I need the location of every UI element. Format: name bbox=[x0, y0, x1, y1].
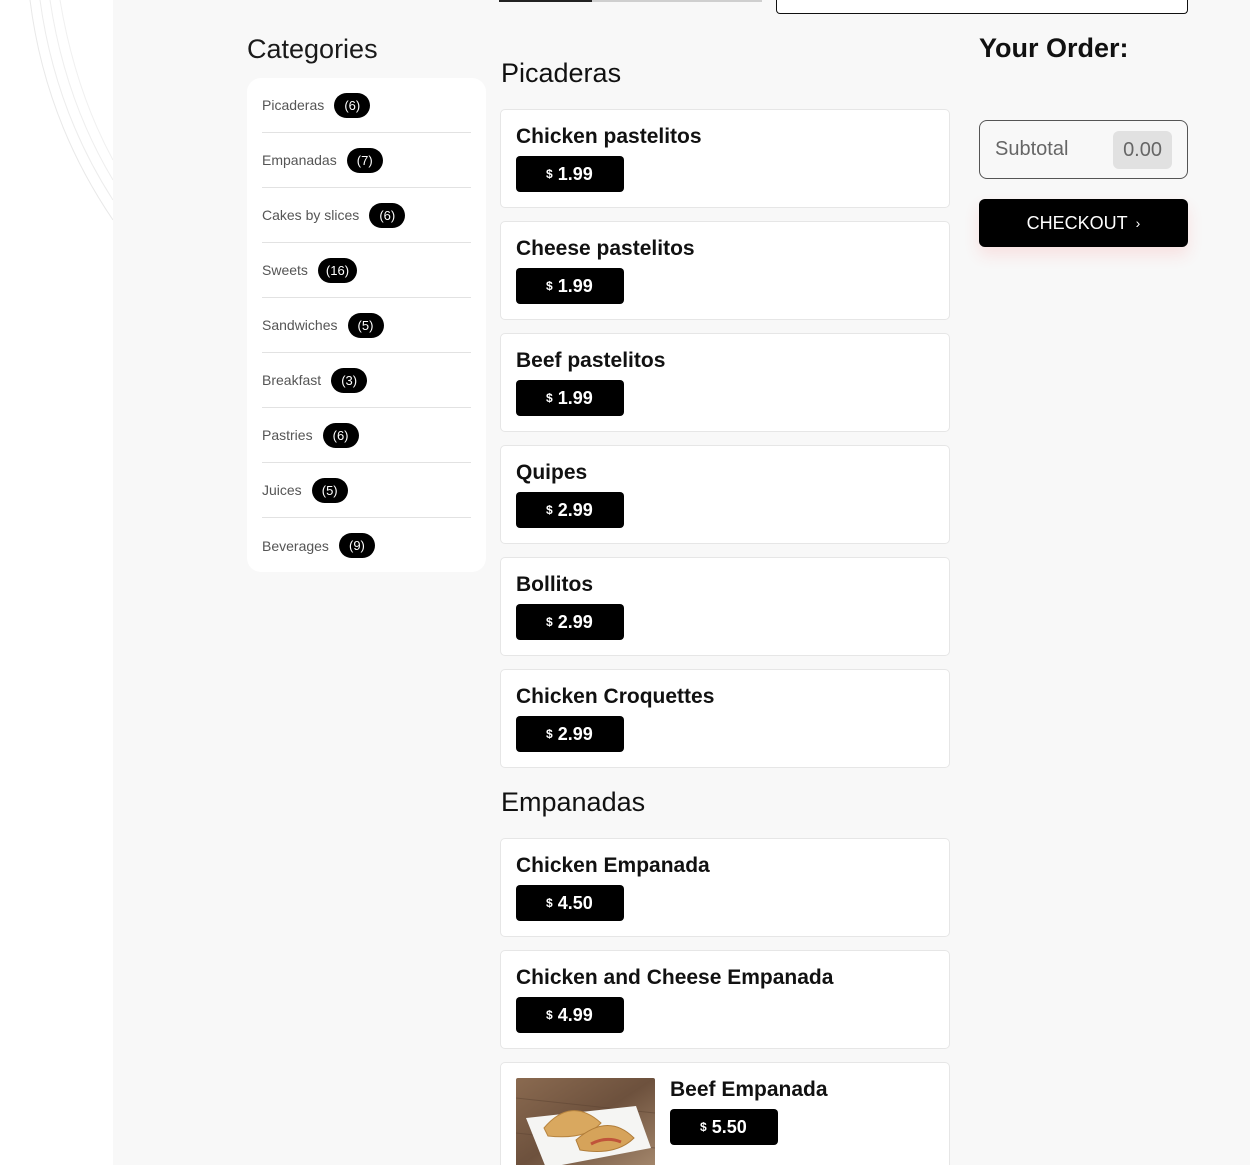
category-label: Cakes by slices bbox=[262, 207, 360, 223]
decorative-background bbox=[0, 0, 113, 1165]
search-input[interactable] bbox=[776, 0, 1188, 14]
category-item-cakes-by-slices[interactable]: Cakes by slices (6) bbox=[262, 188, 471, 243]
category-count-badge: (16) bbox=[317, 257, 358, 283]
currency-symbol: $ bbox=[546, 503, 553, 517]
menu-item-card[interactable]: Chicken Croquettes $ 2.99 bbox=[500, 669, 950, 768]
currency-symbol: $ bbox=[700, 1120, 707, 1134]
currency-symbol: $ bbox=[546, 1008, 553, 1022]
menu-item-price: 5.50 bbox=[711, 1116, 747, 1137]
category-count-badge: (6) bbox=[322, 422, 359, 448]
category-label: Empanadas bbox=[262, 152, 337, 168]
add-to-order-button[interactable]: $ 1.99 bbox=[516, 380, 624, 416]
menu-item-price: 1.99 bbox=[557, 387, 593, 408]
menu-item-name: Bollitos bbox=[516, 573, 593, 596]
menu-item-card[interactable]: Chicken Empanada $ 4.50 bbox=[500, 838, 950, 937]
category-label: Pastries bbox=[262, 427, 313, 443]
menu-item-name: Chicken and Cheese Empanada bbox=[516, 966, 834, 989]
section-title-empanadas: Empanadas bbox=[501, 787, 646, 817]
category-count-badge: (6) bbox=[369, 202, 406, 228]
category-label: Sandwiches bbox=[262, 317, 338, 333]
menu-item-price: 1.99 bbox=[557, 163, 593, 184]
chevron-right-icon: › bbox=[1135, 215, 1141, 231]
menu-item-name: Quipes bbox=[516, 461, 588, 484]
category-label: Beverages bbox=[262, 537, 329, 554]
menu-item-card[interactable]: Bollitos $ 2.99 bbox=[500, 557, 950, 656]
currency-symbol: $ bbox=[546, 727, 553, 741]
menu-item-name: Chicken Croquettes bbox=[516, 685, 715, 708]
menu-item-name: Cheese pastelitos bbox=[516, 237, 695, 260]
add-to-order-button[interactable]: $ 4.99 bbox=[516, 997, 624, 1033]
category-item-breakfast[interactable]: Breakfast (3) bbox=[262, 353, 471, 408]
checkout-button[interactable]: CHECKOUT › bbox=[979, 199, 1188, 247]
category-count-badge: (3) bbox=[331, 367, 368, 393]
section-title-picaderas: Picaderas bbox=[501, 58, 622, 88]
add-to-order-button[interactable]: $ 2.99 bbox=[516, 716, 624, 752]
category-item-pastries[interactable]: Pastries (6) bbox=[262, 408, 471, 463]
menu-item-card[interactable]: Quipes $ 2.99 bbox=[500, 445, 950, 544]
category-item-picaderas[interactable]: Picaderas (6) bbox=[262, 78, 471, 133]
subtotal-box: Subtotal 0.00 bbox=[979, 120, 1188, 179]
currency-symbol: $ bbox=[546, 615, 553, 629]
category-count-badge: (5) bbox=[311, 477, 348, 503]
category-label: Breakfast bbox=[262, 372, 322, 388]
currency-symbol: $ bbox=[546, 391, 553, 405]
menu-item-card[interactable]: Chicken pastelitos $ 1.99 bbox=[500, 109, 950, 208]
menu-item-card[interactable]: Cheese pastelitos $ 1.99 bbox=[500, 221, 950, 320]
active-tab-indicator bbox=[499, 0, 592, 2]
menu-item-price: 2.99 bbox=[557, 723, 593, 744]
category-count-badge: (5) bbox=[347, 312, 384, 338]
add-to-order-button[interactable]: $ 5.50 bbox=[670, 1109, 778, 1145]
category-count-badge: (7) bbox=[346, 147, 383, 173]
menu-item-price: 4.99 bbox=[557, 1004, 593, 1025]
menu-item-name: Beef Empanada bbox=[670, 1078, 828, 1101]
menu-item-price: 2.99 bbox=[557, 499, 593, 520]
menu-item-price: 2.99 bbox=[557, 611, 593, 632]
subtotal-value: 0.00 bbox=[1113, 131, 1172, 169]
add-to-order-button[interactable]: $ 1.99 bbox=[516, 156, 624, 192]
categories-title: Categories bbox=[247, 34, 378, 64]
currency-symbol: $ bbox=[546, 896, 553, 910]
subtotal-label: Subtotal bbox=[995, 138, 1069, 160]
currency-symbol: $ bbox=[546, 167, 553, 181]
top-tab-strip[interactable] bbox=[499, 0, 762, 2]
currency-symbol: $ bbox=[546, 279, 553, 293]
menu-item-card[interactable]: Chicken and Cheese Empanada $ 4.99 bbox=[500, 950, 950, 1049]
category-item-juices[interactable]: Juices (5) bbox=[262, 463, 471, 518]
menu-item-card[interactable]: Beef pastelitos $ 1.99 bbox=[500, 333, 950, 432]
order-title: Your Order: bbox=[979, 33, 1129, 63]
menu-item-card[interactable]: Beef Empanada $ 5.50 bbox=[500, 1062, 950, 1165]
category-label: Juices bbox=[262, 482, 302, 498]
menu-item-image bbox=[516, 1078, 655, 1165]
category-count-badge: (6) bbox=[334, 92, 371, 118]
add-to-order-button[interactable]: $ 4.50 bbox=[516, 885, 624, 921]
category-item-sandwiches[interactable]: Sandwiches (5) bbox=[262, 298, 471, 353]
categories-list: Picaderas (6) Empanadas (7) Cakes by sli… bbox=[247, 78, 486, 572]
menu-item-name: Chicken pastelitos bbox=[516, 125, 702, 148]
menu-item-name: Chicken Empanada bbox=[516, 854, 710, 877]
menu-item-price: 1.99 bbox=[557, 275, 593, 296]
category-item-empanadas[interactable]: Empanadas (7) bbox=[262, 133, 471, 188]
category-item-sweets[interactable]: Sweets (16) bbox=[262, 243, 471, 298]
category-item-beverages[interactable]: Beverages (9) bbox=[262, 518, 471, 573]
menu-item-price: 4.50 bbox=[557, 892, 593, 913]
add-to-order-button[interactable]: $ 1.99 bbox=[516, 268, 624, 304]
add-to-order-button[interactable]: $ 2.99 bbox=[516, 492, 624, 528]
category-label: Picaderas bbox=[262, 97, 325, 113]
add-to-order-button[interactable]: $ 2.99 bbox=[516, 604, 624, 640]
menu-item-name: Beef pastelitos bbox=[516, 349, 666, 372]
category-label: Sweets bbox=[262, 262, 308, 278]
category-count-badge: (9) bbox=[338, 533, 375, 558]
checkout-label: CHECKOUT bbox=[1026, 212, 1128, 233]
